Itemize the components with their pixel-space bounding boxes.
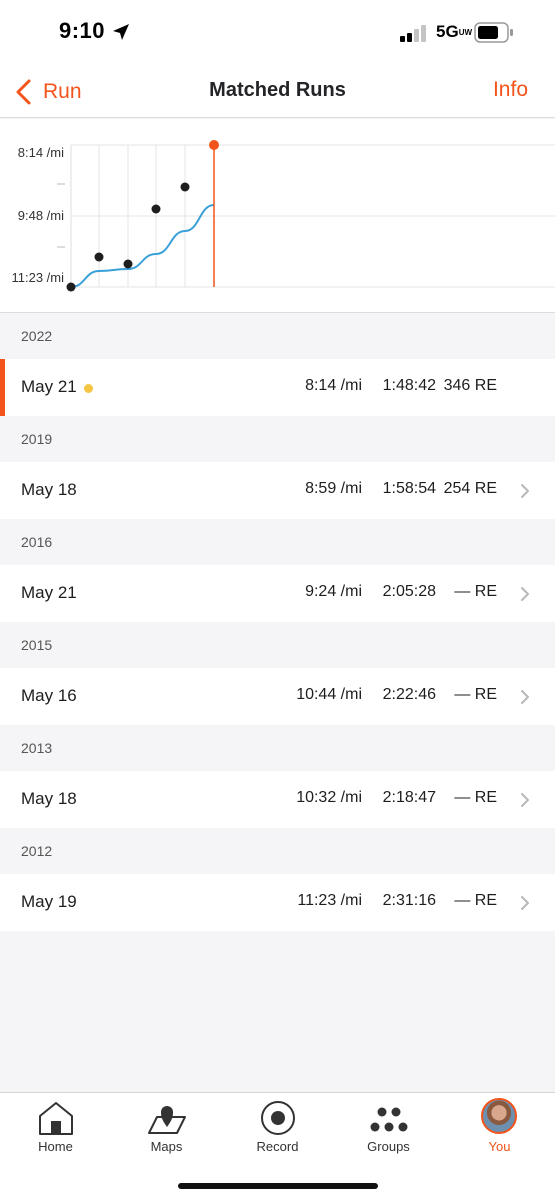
groups-icon [370, 1107, 408, 1132]
pace-chart-svg: 8:14 /mi 9:48 /mi 11:23 /mi [11, 140, 555, 292]
maps-icon [148, 1106, 186, 1134]
pace-chart: 8:14 /mi 9:48 /mi 11:23 /mi [0, 119, 555, 313]
network-type: 5GUW [436, 22, 473, 41]
year-header: 2015 [0, 622, 555, 668]
year-header: 2019 [0, 416, 555, 462]
tab-record[interactable]: Record [222, 1093, 333, 1163]
chevron-right-icon [521, 896, 529, 910]
run-data-point [94, 252, 104, 262]
run-row[interactable]: May 18 8:59 /mi 1:58:54 254 RE [0, 462, 555, 519]
current-run-marker-dot [209, 140, 219, 150]
tab-record-label: Record [256, 1139, 299, 1154]
info-button[interactable]: Info [493, 78, 528, 102]
run-data-point [180, 182, 190, 192]
run-date: May 18 [21, 789, 77, 808]
year-header: 2016 [0, 519, 555, 565]
trend-line [70, 204, 215, 288]
tab-home-label: Home [38, 1139, 73, 1154]
current-run-row[interactable]: May 21 8:14 /mi 1:48:42 346 RE [0, 359, 555, 416]
chevron-right-icon [521, 587, 529, 601]
run-time: 1:48:42 [382, 377, 436, 394]
run-relative-effort: — RE [454, 892, 497, 909]
run-date: May 18 [21, 480, 77, 499]
run-pace: 10:44 /mi [296, 686, 362, 703]
run-date: May 21 [21, 583, 77, 602]
y-tick-label: 11:23 /mi [11, 270, 64, 285]
y-tick-label: 9:48 /mi [18, 208, 64, 223]
tab-maps-label: Maps [150, 1139, 183, 1154]
tab-groups[interactable]: Groups [333, 1093, 444, 1163]
chevron-right-icon [521, 793, 529, 807]
status-bar: 9:10 5GUW [0, 0, 555, 66]
current-run-dot [84, 384, 93, 393]
y-tick-label: 8:14 /mi [18, 145, 64, 160]
run-relative-effort: — RE [454, 686, 497, 703]
run-relative-effort: — RE [454, 583, 497, 600]
run-pace: 10:32 /mi [296, 789, 362, 806]
run-date: May 21 [21, 377, 77, 396]
status-time: 9:10 [59, 18, 106, 43]
home-indicator [178, 1183, 378, 1189]
run-relative-effort: 346 RE [443, 377, 497, 394]
run-relative-effort: — RE [454, 789, 497, 806]
tab-you[interactable]: You [444, 1093, 555, 1163]
run-pace: 11:23 /mi [297, 892, 362, 909]
run-data-point [151, 204, 161, 214]
tab-you-label: You [488, 1139, 511, 1154]
cellular-signal-icon [400, 25, 426, 42]
chevron-right-icon [521, 690, 529, 704]
run-pace: 9:24 /mi [305, 583, 362, 600]
run-pace: 8:59 /mi [305, 480, 362, 497]
year-header: 2022 [0, 313, 555, 359]
year-header: 2012 [0, 828, 555, 874]
run-time: 2:22:46 [382, 686, 436, 703]
location-arrow-icon [113, 24, 129, 40]
run-date: May 19 [21, 892, 77, 911]
run-pace: 8:14 /mi [305, 377, 362, 394]
nav-bar: Run Matched Runs Info [0, 66, 555, 118]
run-data-point [66, 282, 76, 292]
run-time: 2:05:28 [382, 583, 436, 600]
run-date: May 16 [21, 686, 77, 705]
run-time: 1:58:54 [382, 480, 436, 497]
tab-groups-label: Groups [367, 1139, 410, 1154]
tab-home[interactable]: Home [0, 1093, 111, 1163]
run-row[interactable]: May 21 9:24 /mi 2:05:28 — RE [0, 565, 555, 622]
tab-maps[interactable]: Maps [111, 1093, 222, 1163]
run-relative-effort: 254 RE [443, 480, 497, 497]
year-header: 2013 [0, 725, 555, 771]
chevron-right-icon [521, 484, 529, 498]
page-title: Matched Runs [209, 79, 346, 101]
home-icon [39, 1102, 73, 1135]
run-time: 2:31:16 [382, 892, 436, 909]
run-row[interactable]: May 16 10:44 /mi 2:22:46 — RE [0, 668, 555, 725]
avatar [481, 1098, 517, 1134]
record-icon [261, 1101, 295, 1135]
run-row[interactable]: May 19 11:23 /mi 2:31:16 — RE [0, 874, 555, 931]
run-row[interactable]: May 18 10:32 /mi 2:18:47 — RE [0, 771, 555, 828]
run-time: 2:18:47 [382, 789, 436, 806]
runs-list: 2022 May 21 8:14 /mi 1:48:42 346 RE 2019 May 1… [0, 313, 555, 931]
run-data-point [123, 259, 133, 269]
battery-icon [474, 22, 513, 43]
